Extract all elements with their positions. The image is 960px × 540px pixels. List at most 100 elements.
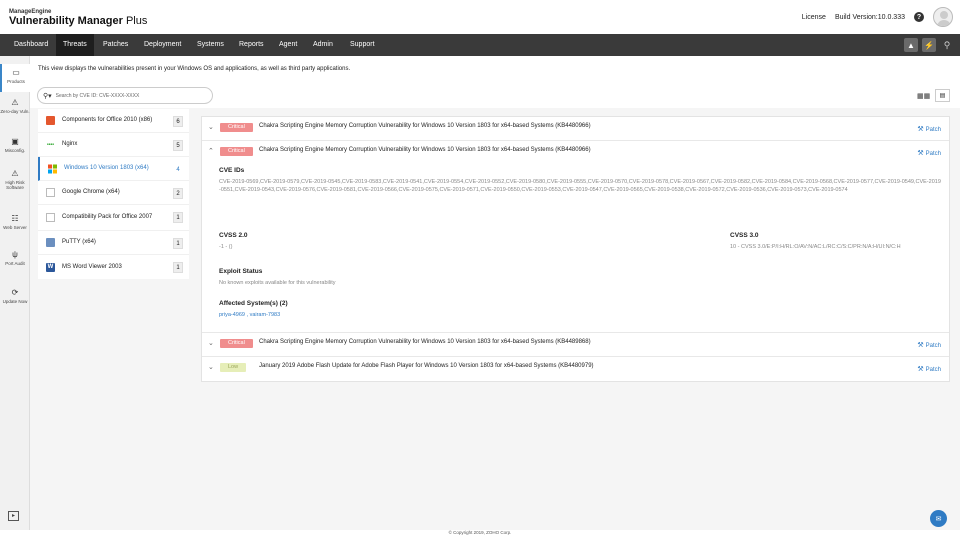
chevron-down-icon[interactable]: ⌄	[208, 339, 214, 347]
nav-dashboard[interactable]: Dashboard	[7, 34, 55, 56]
vulnerability-row[interactable]: ⌃ Critical Chakra Scripting Engine Memor…	[202, 141, 949, 165]
search-box[interactable]: ⚲▾	[37, 87, 213, 104]
severity-badge: Critical	[220, 123, 253, 132]
header-actions: License Build Version:10.0.333 ?	[802, 0, 960, 34]
patch-link[interactable]: ⚒ Patch	[917, 149, 941, 157]
wrench-icon: ⚒	[917, 150, 924, 157]
rail-label: High Risk Software	[5, 180, 25, 190]
product-item[interactable]: Components for Office 2010 (x86) 6	[38, 109, 189, 133]
word-icon: W	[46, 262, 55, 272]
user-avatar[interactable]	[933, 7, 953, 27]
vulnerability-title[interactable]: Chakra Scripting Engine Memory Corruptio…	[259, 339, 591, 345]
patch-link[interactable]: ⚒ Patch	[917, 365, 941, 373]
help-icon[interactable]: ?	[914, 12, 924, 22]
rail-products[interactable]: ▭ Products	[0, 64, 30, 92]
usb-icon: ψ	[12, 250, 18, 259]
product-name: Windows 10 Version 1803 (x64)	[64, 165, 149, 171]
patch-link[interactable]: ⚒ Patch	[917, 125, 941, 133]
nav-threats[interactable]: Threats	[56, 34, 94, 56]
chat-icon[interactable]: ✉	[930, 510, 947, 527]
grid-view-icon[interactable]: ▦▦	[917, 92, 930, 100]
search-icon[interactable]: ⚲▾	[43, 92, 52, 100]
patch-link[interactable]: ⚒ Patch	[917, 341, 941, 349]
left-rail: ▭ Products ⚠ Zero-day Vuln. ▣ Misconfig.…	[0, 56, 30, 530]
nav-admin[interactable]: Admin	[306, 34, 340, 56]
wrench-icon: ⚒	[917, 366, 924, 373]
cvss3-heading: CVSS 3.0	[730, 232, 759, 239]
product-item[interactable]: Windows 10 Version 1803 (x64) 4	[38, 157, 189, 181]
product-name: PuTTY (x64)	[62, 239, 96, 245]
office-icon	[46, 116, 55, 125]
product-item[interactable]: W MS Word Viewer 2003 1	[38, 255, 189, 279]
affected-systems-link[interactable]: priya-4969 , vairam-7983	[219, 312, 280, 318]
patch-label: Patch	[925, 127, 941, 133]
product-count: 6	[173, 116, 183, 127]
rail-port-audit[interactable]: ψ Port Audit	[0, 250, 30, 266]
exploit-heading: Exploit Status	[219, 268, 263, 275]
chevron-down-icon[interactable]: ⌄	[208, 123, 214, 131]
nav-support[interactable]: Support	[343, 34, 382, 56]
nginx-icon: ••••	[46, 141, 54, 148]
product-name: Compatibility Pack for Office 2007	[62, 214, 153, 220]
build-version: Build Version:10.0.333	[834, 13, 905, 21]
file-icon	[46, 188, 55, 197]
vulnerability-details: CVE IDs CVE-2019-0569,CVE-2019-0579,CVE-…	[202, 165, 949, 333]
collapse-rail-icon[interactable]: ▸	[8, 511, 19, 521]
main-nav: Dashboard Threats Patches Deployment Sys…	[0, 34, 960, 56]
rail-zero-day[interactable]: ⚠ Zero-day Vuln.	[0, 98, 30, 114]
brand-name-bold: Vulnerability Manager	[9, 15, 123, 27]
nav-reports[interactable]: Reports	[232, 34, 271, 56]
product-item[interactable]: Compatibility Pack for Office 2007 1	[38, 205, 189, 231]
vulnerability-row[interactable]: ⌄ Low January 2019 Adobe Flash Update fo…	[202, 357, 949, 381]
severity-badge: Critical	[220, 147, 253, 156]
nav-patches[interactable]: Patches	[96, 34, 135, 56]
chevron-up-icon[interactable]: ⌃	[208, 147, 214, 155]
windows-icon	[48, 164, 57, 173]
affected-heading: Affected System(s) (2)	[219, 300, 288, 307]
nav-deployment[interactable]: Deployment	[137, 34, 188, 56]
rail-web-server[interactable]: ☷ Web Server	[0, 214, 30, 230]
severity-badge: Low	[220, 363, 247, 372]
warning-icon: ⚠	[11, 98, 19, 107]
vulnerability-row[interactable]: ⌄ Critical Chakra Scripting Engine Memor…	[202, 117, 949, 141]
alert-icon: ⚠	[11, 169, 19, 178]
product-name: Google Chrome (x64)	[62, 189, 120, 195]
rail-update-now[interactable]: ⟳ Update Now	[0, 288, 30, 304]
product-item[interactable]: Google Chrome (x64) 2	[38, 181, 189, 205]
cvss2-heading: CVSS 2.0	[219, 232, 248, 239]
nav-agent[interactable]: Agent	[272, 34, 304, 56]
refresh-icon: ⟳	[11, 288, 19, 297]
brand-logo[interactable]: Vulnerability Manager Plus	[9, 15, 147, 27]
wrench-icon: ⚒	[917, 342, 924, 349]
rail-high-risk[interactable]: ⚠ High Risk Software	[0, 169, 30, 190]
patch-label: Patch	[925, 151, 941, 157]
rail-label: Misconfig.	[4, 148, 26, 153]
file-icon	[46, 213, 55, 222]
cve-search-input[interactable]	[55, 92, 196, 99]
search-icon[interactable]: ⚲	[940, 38, 954, 52]
product-item[interactable]: PuTTY (x64) 1	[38, 231, 189, 255]
vulnerability-list: ⌄ Critical Chakra Scripting Engine Memor…	[201, 116, 950, 382]
lightning-icon[interactable]: ⚡	[922, 38, 936, 52]
product-item[interactable]: •••• Nginx 5	[38, 133, 189, 157]
chevron-down-icon[interactable]: ⌄	[208, 363, 214, 371]
server-icon: ☷	[11, 214, 19, 223]
rail-label: Port Audit	[5, 261, 25, 266]
vulnerability-title[interactable]: Chakra Scripting Engine Memory Corruptio…	[259, 123, 591, 129]
product-count: 2	[173, 188, 183, 199]
rail-label: Products	[7, 79, 25, 84]
rail-misconfig[interactable]: ▣ Misconfig.	[0, 137, 30, 153]
vulnerability-title[interactable]: January 2019 Adobe Flash Update for Adob…	[259, 363, 594, 369]
product-count: 5	[173, 140, 183, 151]
cvss3-value: 10 - CVSS 3.0/E:P/I:H/RL:O/AV:N/AC:L/RC:…	[730, 244, 901, 250]
list-view-icon[interactable]: ▤	[935, 89, 950, 102]
putty-icon	[46, 238, 55, 247]
license-link[interactable]: License	[802, 14, 826, 21]
vulnerability-row[interactable]: ⌄ Critical Chakra Scripting Engine Memor…	[202, 333, 949, 357]
product-count: 1	[173, 212, 183, 223]
rail-label: Zero-day Vuln.	[0, 109, 30, 114]
nav-systems[interactable]: Systems	[190, 34, 231, 56]
product-name: Components for Office 2010 (x86)	[62, 117, 153, 123]
rocket-icon[interactable]: ▲	[904, 38, 918, 52]
vulnerability-title[interactable]: Chakra Scripting Engine Memory Corruptio…	[259, 147, 591, 153]
